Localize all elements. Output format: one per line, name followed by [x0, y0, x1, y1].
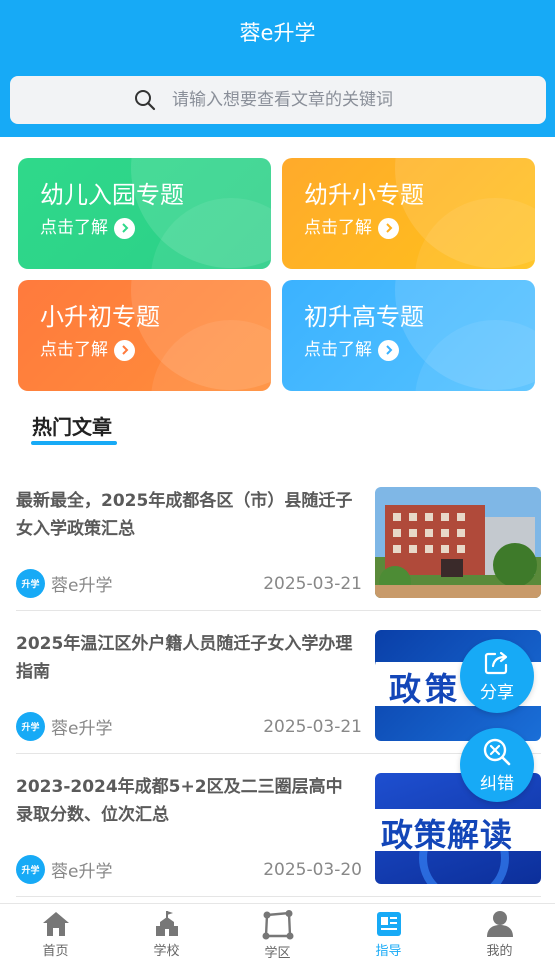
topic-card-sub: 点击了解 — [304, 218, 372, 238]
article-date: 2025-03-21 — [263, 573, 362, 594]
tab-label: 学校 — [153, 944, 180, 959]
source-logo: 升学 — [16, 712, 45, 741]
article-title[interactable]: 最新最全，2025年成都各区（市）县随迁子女入学政策汇总 — [16, 487, 358, 543]
topic-card-link[interactable]: 点击了解 — [304, 337, 399, 363]
topic-card-title: 幼升小专题 — [304, 181, 424, 209]
topic-card-sub: 点击了解 — [304, 340, 372, 360]
topic-card-link[interactable]: 点击了解 — [40, 215, 135, 241]
topic-card-title: 初升高专题 — [304, 303, 424, 331]
chevron-right-icon — [378, 339, 399, 361]
topic-card-sub: 点击了解 — [40, 340, 108, 360]
magnify-close-icon — [483, 738, 511, 765]
thumbnail-text: 政策解读 — [381, 816, 514, 854]
chevron-right-icon — [378, 217, 399, 239]
article-thumbnail[interactable] — [375, 487, 541, 598]
app-header: 蓉e升学 — [0, 0, 555, 137]
divider — [16, 610, 541, 611]
profile-icon — [486, 911, 513, 937]
home-icon — [42, 912, 69, 936]
article-meta: 升学 蓉e升学 2025-03-21 — [16, 569, 362, 598]
page-title: 蓉e升学 — [239, 21, 316, 45]
tab-school[interactable]: 学校 — [111, 904, 222, 967]
tab-district[interactable]: 学区 — [222, 904, 333, 967]
section-underline — [31, 441, 117, 445]
tab-label: 学区 — [264, 946, 291, 961]
chevron-right-icon — [114, 339, 135, 361]
correct-label: 纠错 — [480, 773, 514, 794]
article-source: 蓉e升学 — [51, 862, 113, 882]
article-item[interactable]: 2023-2024年成都5+2区及二三圈层高中录取分数、位次汇总 升学 蓉e升学… — [16, 773, 541, 885]
article-source: 蓉e升学 — [51, 576, 113, 596]
tab-guide[interactable]: 指导 — [333, 904, 444, 967]
tab-profile[interactable]: 我的 — [444, 904, 555, 967]
tab-home[interactable]: 首页 — [0, 904, 111, 967]
article-title[interactable]: 2023-2024年成都5+2区及二三圈层高中录取分数、位次汇总 — [16, 773, 358, 829]
share-icon — [484, 651, 508, 674]
topic-card-link[interactable]: 点击了解 — [40, 337, 135, 363]
search-bar[interactable] — [10, 76, 546, 124]
tab-label: 我的 — [486, 944, 513, 959]
school-icon — [155, 911, 178, 936]
topic-card-high[interactable]: 初升高专题 点击了解 — [282, 280, 535, 391]
article-source: 蓉e升学 — [51, 719, 113, 739]
article-date: 2025-03-20 — [263, 859, 362, 880]
topic-card-sub: 点击了解 — [40, 218, 108, 238]
source-logo: 升学 — [16, 855, 45, 884]
article-meta: 升学 蓉e升学 2025-03-21 — [16, 712, 362, 741]
source-logo: 升学 — [16, 569, 45, 598]
topic-card-primary[interactable]: 幼升小专题 点击了解 — [282, 158, 535, 269]
topic-card-title: 幼儿入园专题 — [40, 181, 184, 209]
topic-card-title: 小升初专题 — [40, 303, 160, 331]
topic-card-link[interactable]: 点击了解 — [304, 215, 399, 241]
thumbnail-text: 政策 — [389, 670, 462, 708]
search-icon — [135, 90, 156, 111]
guide-icon — [376, 912, 401, 936]
tab-label: 首页 — [42, 944, 69, 959]
article-item[interactable]: 最新最全，2025年成都各区（市）县随迁子女入学政策汇总 升学 蓉e升学 202… — [16, 487, 541, 599]
correct-button[interactable]: 纠错 — [460, 728, 534, 802]
tab-label: 指导 — [375, 944, 402, 959]
topic-card-middle[interactable]: 小升初专题 点击了解 — [18, 280, 271, 391]
article-meta: 升学 蓉e升学 2025-03-20 — [16, 855, 362, 884]
chevron-right-icon — [114, 217, 135, 239]
bottom-tabbar: 首页 学校 学区 指导 我的 — [0, 903, 555, 967]
article-title[interactable]: 2025年温江区外户籍人员随迁子女入学办理指南 — [16, 630, 358, 686]
share-button[interactable]: 分享 — [460, 639, 534, 713]
district-icon — [262, 910, 293, 940]
search-input[interactable] — [172, 90, 422, 110]
topic-card-kindergarten[interactable]: 幼儿入园专题 点击了解 — [18, 158, 271, 269]
divider — [16, 896, 541, 897]
section-title-hot-articles: 热门文章 — [32, 415, 112, 439]
share-label: 分享 — [480, 682, 514, 703]
article-date: 2025-03-21 — [263, 716, 362, 737]
